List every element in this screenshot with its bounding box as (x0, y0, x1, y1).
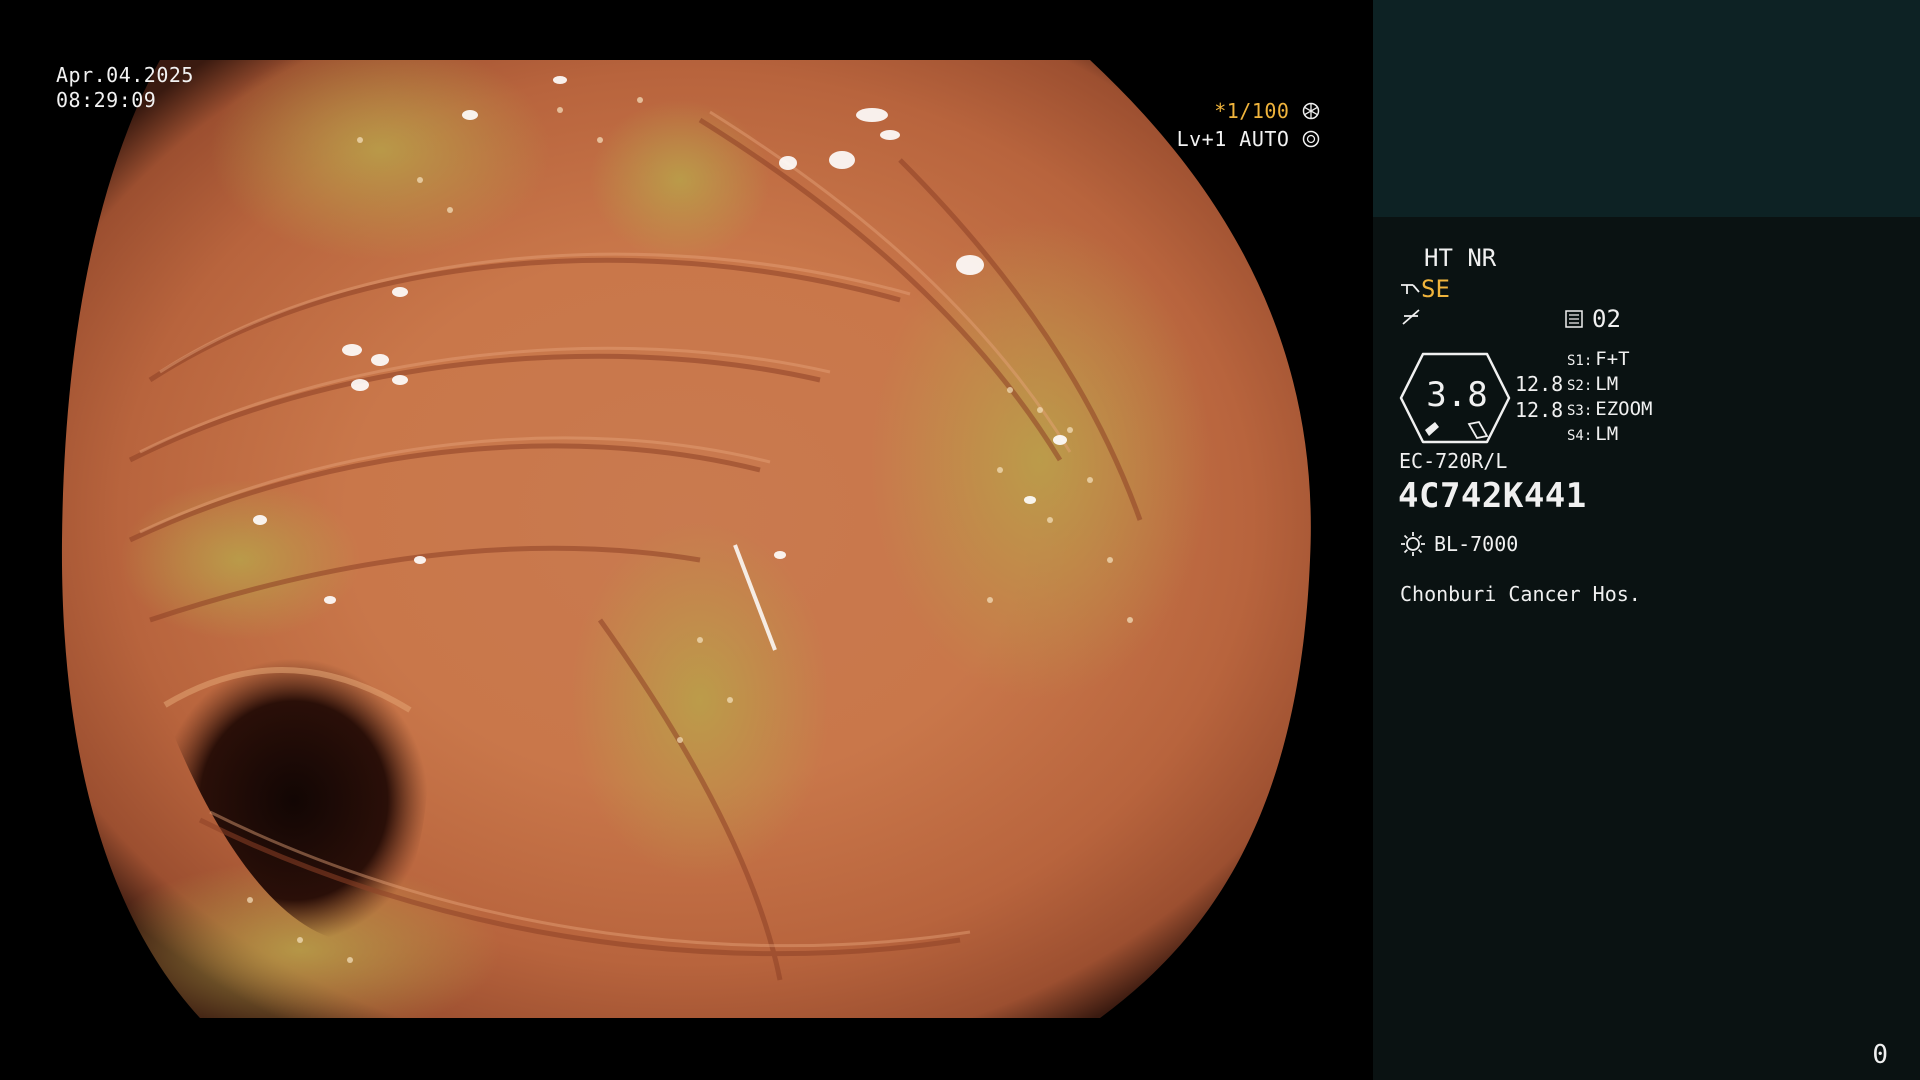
level-text: Lv+1 AUTO (1176, 127, 1290, 151)
s2-value: LM (1595, 373, 1619, 395)
info-panel (1373, 217, 1920, 1080)
s3-assignment: S3: EZOOM (1567, 398, 1653, 420)
iris-icon (1302, 130, 1320, 148)
shutter-speed: *1/100 (1214, 99, 1290, 123)
datetime-display: Apr.04.2025 08:29:09 (56, 63, 194, 113)
signal-icon (1402, 309, 1420, 325)
light-source-model: BL-7000 (1434, 532, 1519, 556)
s1-value: F+T (1595, 348, 1630, 370)
scope-value-1: 12.8 (1515, 372, 1564, 396)
frame-counter: 0 (1872, 1040, 1888, 1070)
s1-assignment: S1: F+T (1567, 348, 1630, 370)
structure-enhancement-row: SE (1399, 275, 1450, 303)
s2-assignment: S2: LM (1567, 373, 1618, 395)
shutter-indicator: *1/100 (1214, 99, 1320, 124)
s3-key: S3: (1567, 403, 1593, 419)
s2-key: S2: (1567, 378, 1593, 394)
date-text: Apr.04.2025 (56, 63, 194, 87)
scope-serial: 4C742K441 (1398, 476, 1587, 516)
s4-assignment: S4: LM (1567, 423, 1618, 445)
s1-key: S1: (1567, 353, 1593, 369)
light-source-icon (1401, 532, 1425, 556)
signal-mode-row (1400, 305, 1422, 333)
scope-tip-icon (1401, 284, 1420, 294)
memory-row: 02 (1564, 305, 1621, 333)
endoscopic-image (61, 60, 1311, 1018)
image-enhancement-label: HT NR (1424, 244, 1497, 272)
s3-value: EZOOM (1595, 398, 1653, 420)
time-text: 08:29:09 (56, 88, 157, 112)
se-label: SE (1421, 275, 1450, 303)
endoscope-view: Apr.04.2025 08:29:09 *1/100 Lv+1 AUTO (0, 0, 1372, 1080)
s4-key: S4: (1567, 428, 1593, 444)
aperture-icon (1302, 102, 1320, 120)
hospital-name: Chonburi Cancer Hos. (1400, 582, 1641, 606)
memory-number: 02 (1592, 305, 1621, 333)
scope-badge-value: 3.8 (1426, 375, 1488, 415)
s4-value: LM (1595, 423, 1619, 445)
memo-icon (1565, 310, 1583, 328)
brightness-level: Lv+1 AUTO (1177, 127, 1320, 152)
thumbnail-area (1373, 0, 1920, 217)
scope-model: EC-720R/L (1399, 449, 1508, 473)
scope-value-2: 12.8 (1515, 398, 1564, 422)
light-source-row: BL-7000 (1400, 531, 1518, 557)
